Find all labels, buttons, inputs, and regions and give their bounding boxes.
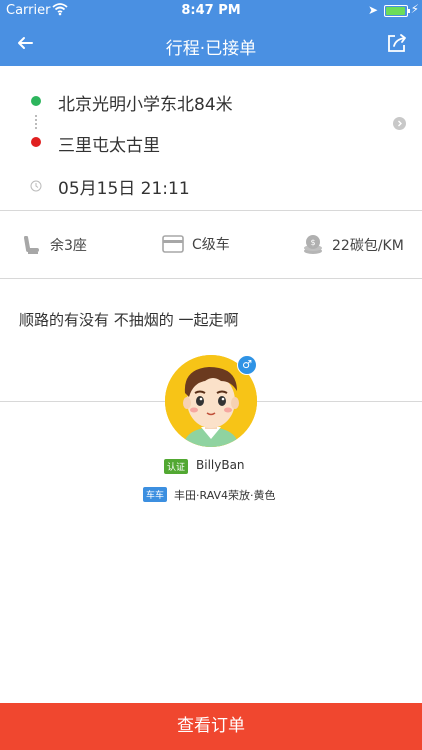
nav-bar: 行程·已接单 <box>0 22 422 66</box>
status-bar: Carrier 8:47 PM ➤ ⚡ <box>0 0 422 22</box>
trip-note: 顺路的有没有 不抽烟的 一起走啊 <box>19 311 239 329</box>
car-class-label: C级车 <box>192 237 230 253</box>
svg-text:$: $ <box>310 238 315 247</box>
verified-badge: 认证 <box>164 459 189 474</box>
car-class-info: C级车 <box>162 234 230 254</box>
share-icon <box>388 34 406 52</box>
start-location: 北京光明小学东北84米 <box>58 95 233 115</box>
departure-time: 05月15日 21:11 <box>58 179 190 199</box>
divider <box>0 278 422 279</box>
car-description: 丰田·RAV4荣放·黄色 <box>174 489 276 502</box>
route-detail-chevron-icon[interactable] <box>393 115 406 134</box>
card-icon <box>162 235 184 253</box>
status-time: 8:47 PM <box>181 3 241 18</box>
driver-name: BillyBan <box>196 458 245 472</box>
male-gender-icon: ♂ <box>237 355 257 375</box>
location-arrow-icon: ➤ <box>367 3 378 17</box>
start-point-dot <box>31 96 41 106</box>
driver-car-row: 车车 丰田·RAV4荣放·黄色 <box>0 487 422 505</box>
end-location: 三里屯太古里 <box>58 136 160 156</box>
seats-info: 余3座 <box>22 234 87 256</box>
clock-icon <box>30 177 42 196</box>
end-point-dot <box>31 137 41 147</box>
trip-info-row: 余3座 C级车 $ 22碳包/KM <box>0 212 422 278</box>
price-label: 22碳包/KM <box>332 238 404 254</box>
route-connector <box>35 115 38 129</box>
view-order-button[interactable]: 查看订单 <box>0 703 422 750</box>
share-button[interactable] <box>384 30 410 56</box>
coins-icon: $ <box>304 235 322 254</box>
seat-icon <box>24 236 39 254</box>
car-badge: 车车 <box>143 487 168 502</box>
route-card[interactable]: 北京光明小学东北84米 三里屯太古里 05月15日 21:11 <box>0 66 422 210</box>
divider <box>0 210 422 211</box>
price-info: $ 22碳包/KM <box>302 234 404 256</box>
charging-icon: ⚡ <box>410 2 419 16</box>
page-title: 行程·已接单 <box>165 39 257 59</box>
driver-profile[interactable]: ♂ <box>165 355 257 447</box>
battery-icon <box>384 5 410 17</box>
battery-level <box>386 7 405 15</box>
driver-name-row: 认证 BillyBan <box>0 458 422 476</box>
seats-label: 余3座 <box>50 238 87 254</box>
